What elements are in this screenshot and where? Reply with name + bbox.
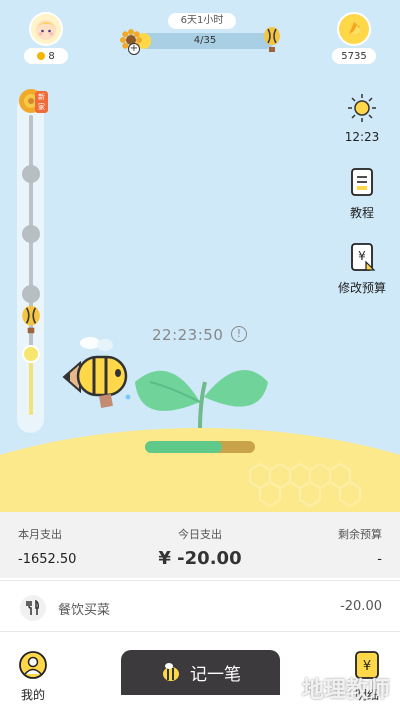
remaining-budget-value: -	[377, 552, 382, 567]
stage-track[interactable]: 新家	[17, 89, 48, 433]
fork-spoon-icon	[20, 595, 46, 621]
tutorial-button[interactable]: 教程	[332, 167, 392, 221]
honey-coin-icon[interactable]	[337, 12, 371, 46]
add-icon[interactable]: +	[128, 43, 140, 55]
level-badge: 8	[48, 50, 55, 62]
honey-icon	[349, 22, 361, 35]
remaining-budget[interactable]: 剩余预算 -	[338, 526, 382, 567]
bottom-nav: 我的 记一笔 ¥ 明细 地理教师	[0, 632, 400, 711]
edit-budget-button[interactable]: ¥ 修改预算	[332, 242, 392, 296]
budget-label: 修改预算	[337, 281, 386, 295]
stats-panel: 本月支出 -1652.50 今日支出 ¥ -20.00 剩余预算 -	[0, 512, 400, 578]
record-button-label: 记一笔	[190, 665, 241, 685]
countdown-timer: 22:23:50	[152, 326, 224, 344]
weather-time: 12:23	[344, 130, 380, 144]
balloon-icon	[264, 27, 280, 52]
progress-time: 6天1小时	[168, 13, 236, 29]
record-button[interactable]: 记一笔	[121, 650, 280, 695]
user-icon	[19, 651, 47, 679]
tutorial-label: 教程	[349, 206, 374, 220]
book-icon	[351, 168, 373, 196]
entry-amount: -20.00	[340, 599, 382, 614]
coin-count: 5735	[341, 50, 367, 62]
sun-icon	[348, 94, 376, 122]
balloon-marker-icon	[22, 305, 40, 334]
honeycomb-pattern	[249, 462, 361, 508]
growth-progress-fill	[145, 441, 222, 453]
track-node[interactable]	[22, 165, 40, 183]
track-node[interactable]	[22, 225, 40, 243]
watermark: 地理教师	[301, 678, 390, 703]
entry-category: 餐饮买菜	[58, 603, 111, 618]
nav-mine-label: 我的	[20, 688, 45, 702]
new-tag: 新家	[35, 91, 48, 113]
progress-count: 4/35	[193, 35, 217, 46]
medal-icon	[37, 52, 46, 60]
svg-text:¥: ¥	[358, 249, 366, 263]
level-pill: 8	[24, 48, 68, 64]
track-node[interactable]	[22, 285, 40, 303]
info-icon[interactable]: !	[231, 326, 247, 342]
weather-button[interactable]: 12:23	[332, 93, 392, 144]
bee-small-icon	[163, 662, 179, 681]
journey-progress[interactable]: 6天1小时 4/35 +	[120, 13, 282, 55]
user-avatar-block[interactable]: 8	[24, 12, 68, 64]
nav-mine[interactable]: 我的	[8, 650, 58, 703]
avatar-face-icon	[36, 20, 56, 40]
coin-block[interactable]: 5735	[332, 12, 376, 64]
growth-progress-bar	[145, 441, 255, 453]
track-node-current[interactable]	[22, 345, 40, 363]
bee-icon	[62, 337, 131, 408]
remaining-budget-label: 剩余预算	[338, 528, 382, 541]
list-item[interactable]: 餐饮买菜 -20.00	[0, 580, 400, 632]
scene-background: 8 6天1小时 4/35 + 5735 新家 12:23 教程 ¥ 修改预算 2…	[0, 0, 400, 520]
progress-bar: 4/35	[136, 33, 274, 49]
coin-pill: 5735	[332, 48, 376, 64]
sprout-icon	[135, 370, 268, 431]
avatar[interactable]	[29, 12, 63, 46]
budget-icon: ¥	[351, 243, 376, 271]
